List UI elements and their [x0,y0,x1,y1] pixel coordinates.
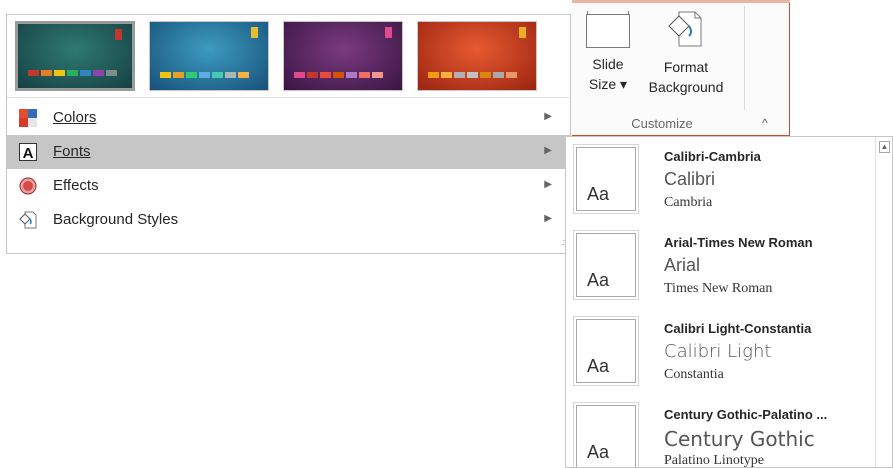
font-preview-box: Aa [574,145,638,213]
scroll-up-icon[interactable]: ▲ [879,141,890,153]
customize-group-label: Customize [631,116,693,131]
body-font: Palatino Linotype [664,453,764,468]
effects-icon [19,177,37,195]
font-preview-box: Aa [574,403,638,467]
slide-size-button[interactable]: Slide Size ▾ [578,10,638,94]
variant-swatches [160,72,249,78]
variant-thumbnail-2[interactable] [149,21,269,91]
resize-grip-icon[interactable]: .: [561,237,565,247]
background-styles-label: Background Styles [53,211,179,228]
customize-ribbon-group: Slide Size ▾ Format Background Customize… [572,0,790,136]
font-theme-item[interactable]: Aa Calibri-Cambria Calibri Cambria [566,137,876,223]
format-background-button[interactable]: Format Background [640,10,732,97]
heading-font: Arial [664,255,701,275]
variant-accent-flag [251,27,258,38]
heading-font: Calibri Light [664,341,772,362]
menu-separator [7,97,570,98]
slide-size-label-1: Slide [592,56,624,72]
submenu-arrow-icon: ▶ [544,213,552,224]
font-theme-name: Calibri Light-Constantia [664,321,812,336]
fonts-gallery: Aa Calibri-Cambria Calibri Cambria Calib… [565,136,893,468]
font-theme-name: Calibri-Cambria [664,149,761,164]
font-theme-name: Arial-Times New Roman [664,235,813,250]
variant-accent-flag [385,27,392,38]
font-preview-box: Calibri-Cambria Aa [574,231,638,299]
font-sample: Aa [587,442,610,462]
submenu-arrow-icon: ▶ [544,179,552,190]
body-font: Constantia [664,367,724,382]
format-background-label-1: Format [663,59,709,75]
font-theme-name: Century Gothic-Palatino ... [664,407,828,422]
font-preview-box: Aa [574,317,638,385]
slide-size-label-2: Size ▾ [588,76,628,92]
variant-thumbnail-4[interactable] [417,21,537,91]
effects-label: Effects [53,177,99,194]
background-styles-icon [19,211,37,229]
colors-icon [19,109,37,127]
ribbon-separator [744,6,745,110]
format-background-label-2: Background [648,79,724,95]
menu-item-colors[interactable]: Colors ▶ [7,101,570,135]
font-theme-item[interactable]: Aa Calibri Light-Constantia Calibri Ligh… [566,309,876,395]
variant-swatches [28,70,117,76]
menu-item-background-styles[interactable]: Background Styles ▶ [7,203,570,237]
variant-thumbnail-3[interactable] [283,21,403,91]
font-sample: Aa [587,356,610,376]
format-background-icon [668,11,702,47]
vertical-scrollbar[interactable]: ▲ [875,137,892,467]
svg-text:A: A [23,145,34,161]
heading-font: Calibri [664,169,716,189]
font-theme-item[interactable]: Calibri-Cambria Aa Arial-Times New Roman… [566,223,876,309]
font-sample: Aa [587,270,610,290]
font-theme-item[interactable]: Aa Century Gothic-Palatino ... Century G… [566,395,876,468]
variant-swatches [294,72,383,78]
body-font: Cambria [664,195,713,210]
menu-item-effects[interactable]: Effects ▶ [7,169,570,203]
fonts-icon: A [19,143,37,161]
submenu-arrow-icon: ▶ [544,145,552,156]
collapse-ribbon-button[interactable]: ^ [762,116,768,130]
variant-swatches [428,72,517,78]
variant-thumbnail-1[interactable] [15,21,135,91]
submenu-arrow-icon: ▶ [544,111,552,122]
slide-size-icon [586,11,630,48]
fonts-label: Fonts [53,143,91,160]
variant-accent-flag [115,29,122,40]
colors-label: Colors [53,109,97,126]
font-sample: Aa [587,184,610,204]
ribbon-top-border [572,0,790,3]
variant-accent-flag [519,27,526,38]
body-font: Times New Roman [664,281,773,296]
variants-dropdown: Colors ▶ A Fonts ▶ Effects ▶ Background … [6,14,571,254]
menu-item-fonts[interactable]: A Fonts ▶ [7,135,570,169]
heading-font: Century Gothic [664,427,815,451]
